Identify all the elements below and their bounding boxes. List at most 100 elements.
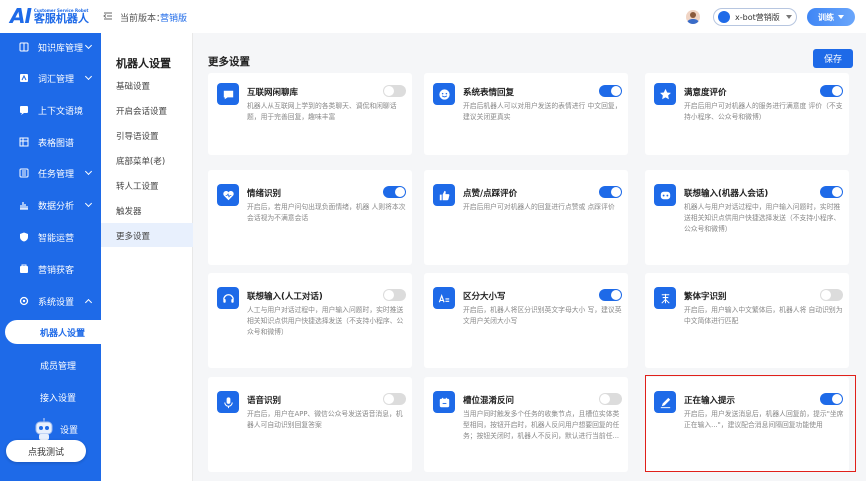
sidebar-subitem-access[interactable]: 接入设置 — [0, 385, 101, 409]
menu-item-label: 开启会话设置 — [116, 107, 168, 117]
sidebar-item-label: 上下文语境 — [38, 106, 84, 117]
sidebar-subitem-label: 机器人设置 — [40, 329, 86, 339]
slot-icon — [433, 391, 455, 413]
menu-item-guide[interactable]: 引导语设置 — [101, 123, 193, 147]
card-description: 人工与用户对话过程中，用户输入问题时，实时推送相关知识点供用户快捷选择发送（不支… — [247, 306, 404, 336]
menu-item-more[interactable]: 更多设置 — [101, 223, 193, 247]
chevron-up-icon — [84, 298, 93, 307]
sidebar-item-marketing[interactable]: 营销获客 — [0, 257, 101, 281]
card-toggle[interactable] — [599, 85, 622, 97]
sidebar-item-label: 系统设置 — [38, 297, 75, 308]
card-description: 当用户同时触发多个任务的收集节点，且槽位实体类型相同，按钮开启时，机器人反问用户… — [463, 410, 620, 440]
card-title: 点赞/点踩评价 — [463, 189, 518, 199]
logo[interactable]: AI Customer Service Robot 客服机器人 — [10, 4, 89, 28]
card-title: 区分大小写 — [463, 292, 506, 302]
card-toggle[interactable] — [599, 393, 622, 405]
chevron-down-icon — [84, 41, 93, 50]
card-toggle[interactable] — [383, 186, 406, 198]
card-toggle[interactable] — [383, 393, 406, 405]
settings-card: 语音识别 开启后，用户在APP、微信公众号发送语音消息，机器人可自动识别回复答案 — [208, 377, 412, 472]
menu-item-basic[interactable]: 基础设置 — [101, 73, 193, 97]
chevron-down-icon — [84, 167, 93, 176]
robot-select[interactable]: x-bot营销版 — [713, 8, 797, 26]
card-description: 开启后，机器人将区分识别英文字母大小 写，建议英文用户关闭大小写 — [463, 306, 622, 325]
sidebar-item-vocab[interactable]: 词汇管理 — [0, 66, 101, 90]
card-description: 机器人从互联网上学到的各类聊天、调侃和闲聊话题，用于完善回复，趣味丰富 — [247, 102, 397, 121]
train-button[interactable]: 训练 — [807, 8, 855, 26]
menu-item-trigger[interactable]: 触发器 — [101, 198, 193, 222]
card-title: 满意度评价 — [684, 88, 727, 98]
card-description: 开启后用户可对机器人的服务进行满意度 评价（不支持小程序、公众号和微博） — [684, 102, 843, 121]
sidebar-item-analytics[interactable]: 数据分析 — [0, 193, 101, 217]
card-toggle[interactable] — [599, 289, 622, 301]
save-button-label: 保存 — [823, 55, 842, 65]
card-title: 互联网闲聊库 — [247, 88, 299, 98]
version-value[interactable]: 营销版 — [160, 11, 187, 24]
robot-avatar-icon — [718, 11, 730, 23]
menu-item-label: 引导语设置 — [116, 132, 159, 142]
card-toggle[interactable] — [820, 289, 843, 301]
card-toggle[interactable] — [383, 289, 406, 301]
traditional-icon — [654, 287, 676, 309]
settings-card: 点赞/点踩评价 开启后用户可对机器人的回复进行点赞或 点踩评价 — [424, 170, 628, 265]
thumbs-up-icon — [433, 184, 455, 206]
headset-icon — [217, 287, 239, 309]
settings-card: 槽位混淆反问当用户同时触发多个任务的收集节点，且槽位实体类型相同，按钮开启时，机… — [424, 377, 628, 472]
card-description: 开启后，用户输入中文繁体后，机器人将 自动识别为中文简体进行匹配 — [684, 306, 843, 325]
sidebar-item-table[interactable]: 表格图谱 — [0, 130, 101, 154]
settings-card: 系统表情回复 开启后机器人可以对用户发送的表情进行 中文回复，建议关闭更真实 — [424, 73, 628, 155]
card-title: 情绪识别 — [247, 189, 282, 199]
card-title: 联想输入(人工对话) — [247, 292, 323, 302]
card-toggle[interactable] — [599, 186, 622, 198]
settings-card: 繁体字识别开启后，用户输入中文繁体后，机器人将 自动识别为中文简体进行匹配 — [645, 273, 849, 368]
menu-item-bottom-menu[interactable]: 底部菜单(老) — [101, 148, 193, 172]
menu-item-label: 底部菜单(老) — [116, 157, 166, 167]
sidebar-item-system[interactable]: 系统设置 — [0, 289, 101, 313]
page-title: 更多设置 — [208, 56, 250, 68]
menu-item-session[interactable]: 开启会话设置 — [101, 98, 193, 122]
card-toggle[interactable] — [820, 85, 843, 97]
logo-text: Customer Service Robot 客服机器人 — [34, 8, 89, 24]
sidebar-subitem-label: 成员管理 — [40, 362, 77, 372]
logo-ai: AI — [10, 4, 32, 28]
card-toggle[interactable] — [820, 186, 843, 198]
settings-card: 联想输入(机器人会话) 机器人与用户对话过程中，用户输入问题时，实时推送相关知识点… — [645, 170, 849, 265]
menu-item-label: 基础设置 — [116, 82, 151, 92]
settings-card: 联想输入(人工对话) 人工与用户对话过程中，用户输入问题时，实时推送相关知识点供用… — [208, 273, 412, 368]
card-title: 槽位混淆反问 — [463, 396, 515, 406]
card-title: 语音识别 — [247, 396, 282, 406]
vocab-icon — [20, 74, 28, 82]
context-icon — [20, 106, 28, 115]
card-title: 联想输入(机器人会话) — [684, 189, 769, 199]
card-description: 开启后，若用户问句出现负面情绪，机器 人则将本次会话视为不满意会话 — [247, 203, 406, 222]
collapse-menu-icon[interactable] — [103, 11, 113, 21]
test-button[interactable]: 点我测试 — [6, 440, 86, 462]
menu-item-transfer[interactable]: 转人工设置 — [101, 173, 193, 197]
gear-icon — [19, 296, 29, 306]
sidebar-subitem-label: 接入设置 — [40, 394, 77, 404]
version-label: 当前版本： — [120, 14, 166, 24]
sidebar-item-context[interactable]: 上下文语境 — [0, 98, 101, 122]
settings-card: 情绪识别开启后，若用户问句出现负面情绪，机器 人则将本次会话视为不满意会话 — [208, 170, 412, 265]
user-avatar[interactable] — [686, 10, 700, 24]
menu-item-label: 更多设置 — [116, 232, 151, 242]
shield-icon — [20, 232, 28, 242]
card-title: 繁体字识别 — [684, 292, 727, 302]
save-button[interactable]: 保存 — [813, 49, 853, 68]
card-toggle[interactable] — [383, 85, 406, 97]
chart-icon — [20, 202, 28, 210]
robot-select-label: x-bot营销版 — [735, 12, 780, 22]
sidebar-subitem-members[interactable]: 成员管理 — [0, 353, 101, 377]
sidebar-item-label: 词汇管理 — [38, 74, 75, 85]
test-button-label: 点我测试 — [27, 447, 64, 458]
card-description: 开启后机器人可以对用户发送的表情进行 中文回复，建议关闭更真实 — [463, 102, 622, 121]
sidebar-subitem-robot-settings[interactable]: 机器人设置 — [5, 320, 101, 344]
sidebar-item-operation[interactable]: 智能运营 — [0, 225, 101, 249]
card-description: 机器人与用户对话过程中，用户输入问题时，实时推送相关知识点供用户快捷选择发送（不… — [684, 203, 841, 233]
sidebar-item-knowledge[interactable]: 知识库管理 — [0, 35, 101, 59]
heart-icon — [217, 184, 239, 206]
sidebar-item-label: 知识库管理 — [38, 43, 84, 54]
sidebar-item-task[interactable]: 任务管理 — [0, 161, 101, 185]
robot-mascot-icon — [35, 418, 53, 440]
menu-item-label: 触发器 — [116, 207, 142, 217]
